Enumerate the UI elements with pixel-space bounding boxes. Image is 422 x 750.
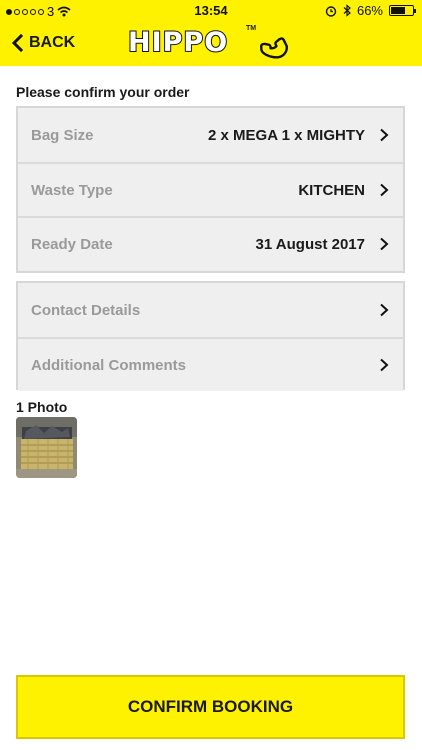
hippo-logo: HIPPO TM [127, 25, 293, 63]
photo-image [16, 417, 77, 478]
order-details-group: Bag Size 2 x MEGA 1 x MIGHTY Waste Type … [16, 106, 405, 273]
phone-icon [260, 37, 289, 59]
logo-text: HIPPO [127, 26, 229, 59]
battery-icon [389, 5, 416, 16]
logo-trademark: TM [246, 25, 257, 32]
order-confirm-title: Please confirm your order [16, 84, 190, 100]
ready-date-value: 31 August 2017 [255, 235, 366, 253]
app-header: 3 13:54 66% BACK HIPPO TM [0, 0, 422, 66]
ready-date-row[interactable]: Ready Date 31 August 2017 [18, 216, 403, 270]
waste-type-value: KITCHEN [298, 181, 365, 199]
chevron-left-icon [12, 34, 23, 52]
waste-type-row[interactable]: Waste Type KITCHEN [18, 162, 403, 216]
chevron-right-icon [380, 358, 389, 372]
contact-group: Contact Details Additional Comments [16, 281, 405, 391]
photo-thumbnail[interactable] [16, 417, 77, 478]
bag-size-row[interactable]: Bag Size 2 x MEGA 1 x MIGHTY [18, 108, 403, 162]
photo-count-label: 1 Photo [16, 399, 68, 415]
bluetooth-icon [343, 4, 351, 17]
waste-type-label: Waste Type [31, 181, 113, 199]
status-bar: 3 13:54 66% [0, 0, 422, 22]
confirm-booking-button[interactable]: CONFIRM BOOKING [16, 675, 405, 739]
back-label: BACK [29, 34, 76, 51]
battery-percent: 66% [356, 3, 383, 18]
contact-details-row[interactable]: Contact Details [18, 283, 403, 337]
chevron-right-icon [380, 237, 389, 251]
additional-comments-label: Additional Comments [31, 356, 187, 374]
contact-details-label: Contact Details [31, 301, 141, 319]
battery-fill [391, 7, 405, 14]
chevron-right-icon [380, 303, 389, 317]
back-button[interactable]: BACK [12, 34, 75, 52]
chevron-right-icon [380, 183, 389, 197]
ready-date-label: Ready Date [31, 235, 113, 253]
bag-size-label: Bag Size [31, 126, 94, 144]
additional-comments-row[interactable]: Additional Comments [18, 337, 403, 391]
status-icons: 66% [325, 3, 416, 18]
alarm-icon [325, 5, 337, 17]
bag-size-value: 2 x MEGA 1 x MIGHTY [208, 126, 365, 144]
chevron-right-icon [380, 128, 389, 142]
